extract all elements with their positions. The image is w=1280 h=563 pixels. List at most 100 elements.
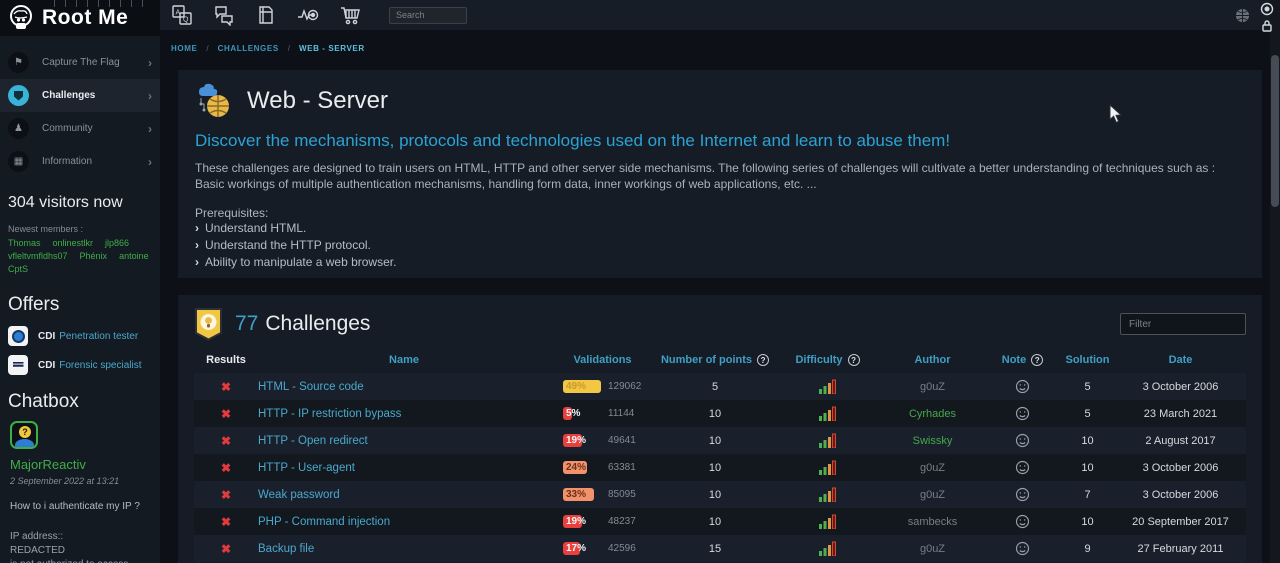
challenges-shield-icon [194,307,223,341]
member-link[interactable]: CptS [8,264,28,274]
challenge-date: 27 February 2011 [1115,543,1246,555]
difficulty-bars-icon [775,487,880,502]
language-globe-icon[interactable] [1235,8,1250,23]
sidebar-menu-item[interactable]: ⚑ Capture The Flag › [0,46,160,79]
author-link[interactable]: g0uZ [880,381,985,393]
help-icon[interactable]: ? [1031,354,1043,366]
web-server-icon [195,82,233,120]
validation-count: 49641 [608,435,636,446]
result-status: ✖ [194,380,258,394]
logo-bar[interactable]: Root Me [0,0,160,36]
difficulty-bars-icon [775,406,880,421]
validations-cell: 19% 48237 [550,515,655,529]
challenge-link[interactable]: Weak password [258,489,340,501]
solution-count[interactable]: 10 [1060,462,1115,474]
column-header-date[interactable]: Date [1115,354,1246,366]
challenge-link[interactable]: PHP - Command injection [258,516,390,528]
solution-count[interactable]: 5 [1060,381,1115,393]
offer-contract-type: CDI [38,360,55,371]
result-status: ✖ [194,461,258,475]
lock-icon[interactable] [1260,19,1274,33]
column-header-note[interactable]: Note? [985,354,1060,366]
challenge-link[interactable]: HTTP - IP restriction bypass [258,408,401,420]
challenge-link[interactable]: HTTP - Open redirect [258,435,368,447]
filter-input[interactable] [1120,313,1246,335]
bullet-arrow-icon: › [195,255,199,269]
chat-username[interactable]: MajorReactiv [10,457,150,472]
breadcrumb-link[interactable]: CHALLENGES [218,44,279,53]
author-link[interactable]: g0uZ [880,462,985,474]
activity-target-icon[interactable] [297,4,319,26]
svg-text:Q: Q [183,17,189,24]
table-row: ✖ Backup file 17% 42596 15 [194,535,1246,562]
offers-title: Offers [8,294,152,316]
avatar[interactable]: ? [10,421,38,449]
prerequisite-item: ›Understand HTML. [195,220,1245,237]
solution-count[interactable]: 10 [1060,516,1115,528]
logo-text: Root Me [42,6,128,30]
author-link[interactable]: g0uZ [880,543,985,555]
column-header-author[interactable]: Author [880,354,985,366]
challenge-date: 3 October 2006 [1115,462,1246,474]
challenge-date: 3 October 2006 [1115,381,1246,393]
author-link[interactable]: Swissky [880,435,985,447]
rootme-skull-icon [8,5,34,31]
challenge-date: 3 October 2006 [1115,489,1246,501]
member-link[interactable]: Thomas [8,238,41,248]
offer-item[interactable]: CDI Penetration tester [8,326,152,346]
sidebar-menu-item[interactable]: ▦ Information › [0,145,160,178]
scrollbar-track[interactable] [1270,0,1280,563]
breadcrumb-link[interactable]: WEB - SERVER [299,44,365,53]
column-header-solution[interactable]: Solution [1060,354,1115,366]
challenge-link[interactable]: HTTP - User-agent [258,462,355,474]
solution-count[interactable]: 9 [1060,543,1115,555]
help-icon[interactable]: ? [757,354,769,366]
column-header-validations[interactable]: Validations [550,354,655,366]
solution-count[interactable]: 7 [1060,489,1115,501]
chat-message: How to i authenticate my IP ? [10,500,150,514]
corner-icons [1260,2,1276,33]
member-link[interactable]: antoine [119,251,149,261]
points-value: 15 [655,543,775,555]
scrollbar-thumb[interactable] [1271,55,1279,207]
chat-message-block: IP address:: REDACTED is not authorized … [10,530,150,563]
challenge-link[interactable]: HTML - Source code [258,381,364,393]
validations-cell: 49% 129062 [550,380,655,394]
offer-job-label: Forensic specialist [59,360,141,371]
member-link[interactable]: jlp866 [105,238,129,248]
member-link[interactable]: Phénix [80,251,108,261]
column-header-difficulty[interactable]: Difficulty? [775,354,880,366]
sidebar-menu-item[interactable]: Challenges › [0,79,160,112]
svg-text:A: A [176,10,181,17]
author-link[interactable]: g0uZ [880,489,985,501]
author-link[interactable]: sambecks [880,516,985,528]
breadcrumb-link[interactable]: HOME [171,44,197,53]
solution-count[interactable]: 5 [1060,408,1115,420]
validations-cell: 24% 63381 [550,461,655,475]
intro-panel: Web - Server Discover the mechanisms, pr… [178,70,1262,278]
column-header-name[interactable]: Name [258,354,550,366]
challenge-date: 20 September 2017 [1115,516,1246,528]
note-smiley-icon [985,541,1060,556]
column-header-results[interactable]: Results [194,354,258,366]
breadcrumb-separator: / [288,44,290,53]
record-circle-icon[interactable] [1260,2,1274,16]
chat-message-line: is not authorized to access [10,558,150,563]
search-input[interactable] [389,7,467,24]
member-link[interactable]: onlinestlkr [53,238,94,248]
cart-icon[interactable] [339,4,361,26]
qa-dictionary-icon[interactable]: A Q [171,4,193,26]
sidebar-menu-item[interactable]: ♟ Community › [0,112,160,145]
challenge-link[interactable]: Backup file [258,543,314,555]
author-link[interactable]: Cyrhades [880,408,985,420]
table-row: ✖ HTML - Source code 49% 129062 5 [194,373,1246,400]
forum-icon[interactable] [213,4,235,26]
member-link[interactable]: vfleltvmfldhs07 [8,251,68,261]
documents-icon[interactable] [255,4,277,26]
menu-item-label: Information [42,156,148,167]
page-description: These challenges are designed to train u… [195,160,1245,192]
help-icon[interactable]: ? [848,354,860,366]
solution-count[interactable]: 10 [1060,435,1115,447]
offer-item[interactable]: CDI Forensic specialist [8,355,152,375]
column-header-points[interactable]: Number of points? [655,354,775,366]
